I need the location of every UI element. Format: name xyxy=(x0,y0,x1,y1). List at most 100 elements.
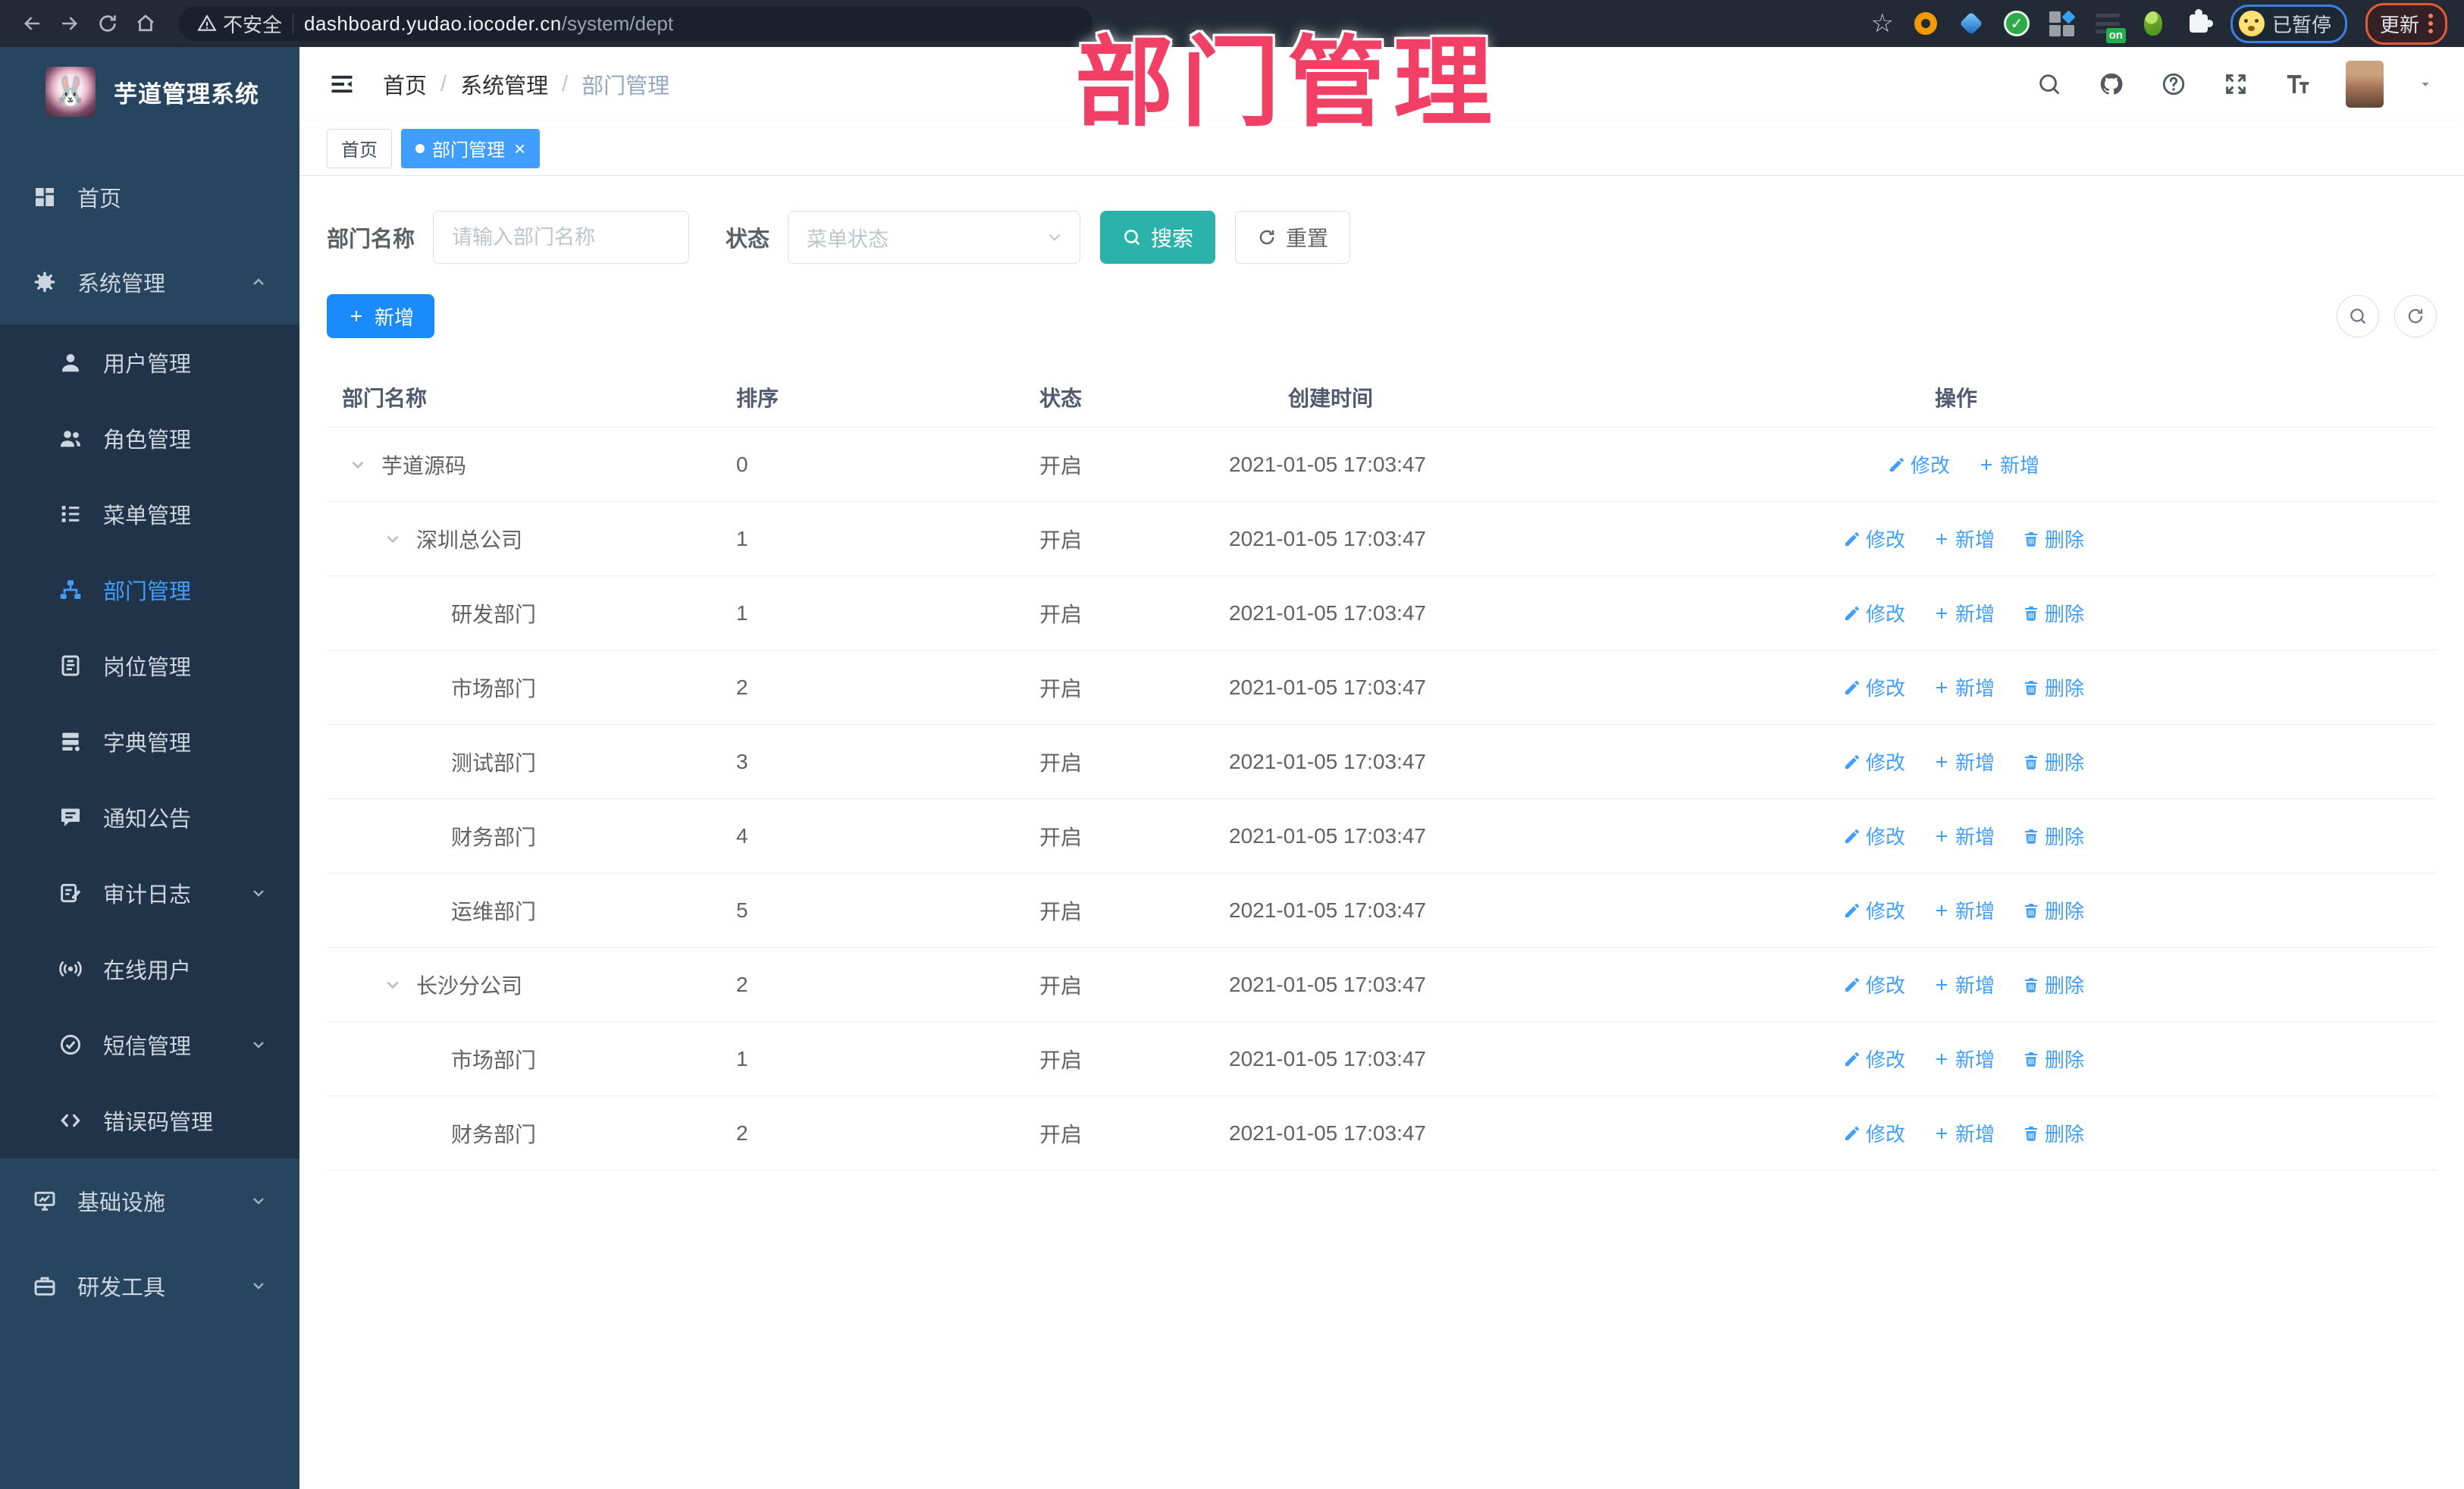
not-secure-warning[interactable]: 不安全 xyxy=(197,10,282,38)
tab-1[interactable]: 部门管理 × xyxy=(401,128,541,168)
edit-link[interactable]: 修改 xyxy=(1843,525,1905,553)
back-icon[interactable] xyxy=(17,8,47,39)
address-bar[interactable]: 不安全 dashboard.yudao.iocoder.cn/system/de… xyxy=(179,6,1092,41)
table-row: 财务部门 4 开启 2021-01-05 17:03:47 修改 新增 删除 xyxy=(327,799,2437,873)
caret-down-icon[interactable] xyxy=(2417,76,2434,92)
delete-icon xyxy=(2022,1050,2040,1068)
add-link[interactable]: 新增 xyxy=(1933,970,1995,998)
delete-link[interactable]: 删除 xyxy=(2022,970,2084,998)
sidebar-item-12[interactable]: 错误码管理 xyxy=(0,1083,299,1158)
edit-icon xyxy=(1888,456,1906,474)
sidebar-item-label: 角色管理 xyxy=(103,428,192,453)
sidebar-item-5[interactable]: 部门管理 xyxy=(0,552,299,628)
blue-gem-icon[interactable] xyxy=(1958,10,1985,37)
fullscreen-icon[interactable] xyxy=(2221,70,2250,99)
search-button[interactable]: 搜索 xyxy=(1100,211,1216,264)
toggle-search-button[interactable] xyxy=(2337,295,2379,337)
edit-link[interactable]: 修改 xyxy=(1888,450,1950,478)
close-icon[interactable]: × xyxy=(514,139,525,158)
sidebar-item-13[interactable]: 基础设施 xyxy=(0,1158,299,1243)
tiles-icon[interactable] xyxy=(2049,9,2076,37)
expand-arrow-icon[interactable] xyxy=(348,455,381,475)
update-button[interactable]: 更新 xyxy=(2365,2,2447,45)
update-label: 更新 xyxy=(2379,13,2419,36)
profile-paused-pill[interactable]: 已暂停 xyxy=(2230,4,2347,43)
sidebar-item-11[interactable]: 短信管理 xyxy=(0,1007,299,1083)
sidebar-item-1[interactable]: 系统管理 xyxy=(0,240,299,324)
edit-link[interactable]: 修改 xyxy=(1843,822,1905,850)
reload-icon[interactable] xyxy=(92,8,123,39)
sidebar-item-6[interactable]: 岗位管理 xyxy=(0,628,299,704)
breadcrumb-item[interactable]: 系统管理 xyxy=(460,68,548,100)
logo-row[interactable]: 🐰 芋道管理系统 xyxy=(0,47,299,135)
op-label: 新增 xyxy=(1955,677,1995,700)
expand-arrow-icon[interactable] xyxy=(383,975,416,995)
delete-link[interactable]: 删除 xyxy=(2022,1119,2084,1147)
delete-link[interactable]: 删除 xyxy=(2022,673,2084,701)
table-row: 市场部门 2 开启 2021-01-05 17:03:47 修改 新增 删除 xyxy=(327,650,2437,725)
plus-icon xyxy=(1933,530,1951,548)
switch-on-icon[interactable]: on xyxy=(2094,10,2126,43)
bookmark-star-icon[interactable]: ☆ xyxy=(1870,11,1893,36)
users-icon xyxy=(58,425,83,451)
help-icon[interactable] xyxy=(2159,70,2188,99)
add-link[interactable]: 新增 xyxy=(1933,896,1995,924)
breadcrumb-item[interactable]: 首页 xyxy=(383,68,427,100)
orange-ring-icon[interactable] xyxy=(1912,10,1939,37)
add-link[interactable]: 新增 xyxy=(1933,1119,1995,1147)
sidebar-item-8[interactable]: 通知公告 xyxy=(0,779,299,855)
edit-icon xyxy=(1843,901,1861,920)
delete-link[interactable]: 删除 xyxy=(2022,525,2084,553)
green-check-icon[interactable]: ✓ xyxy=(2003,10,2030,37)
sidebar-item-2[interactable]: 用户管理 xyxy=(0,324,299,400)
add-link[interactable]: 新增 xyxy=(1933,673,1995,701)
delete-link[interactable]: 删除 xyxy=(2022,599,2084,627)
forward-icon[interactable] xyxy=(55,8,85,39)
reset-button-label: 重置 xyxy=(1286,227,1329,250)
add-link[interactable]: 新增 xyxy=(1933,525,1995,553)
add-link[interactable]: 新增 xyxy=(1933,748,1995,776)
edit-link[interactable]: 修改 xyxy=(1843,970,1905,998)
green-figure-icon[interactable] xyxy=(2140,10,2167,37)
user-avatar[interactable] xyxy=(2346,61,2384,108)
reset-button[interactable]: 重置 xyxy=(1235,211,1351,264)
sidebar-item-7[interactable]: 字典管理 xyxy=(0,704,299,779)
edit-link[interactable]: 修改 xyxy=(1843,599,1905,627)
edit-link[interactable]: 修改 xyxy=(1843,1119,1905,1147)
home-icon[interactable] xyxy=(130,8,161,39)
sidebar-item-label: 岗位管理 xyxy=(103,656,192,680)
edit-link[interactable]: 修改 xyxy=(1843,748,1905,776)
delete-link[interactable]: 删除 xyxy=(2022,822,2084,850)
sidebar-item-9[interactable]: 审计日志 xyxy=(0,855,299,931)
hamburger-icon[interactable] xyxy=(327,69,357,99)
sidebar-item-4[interactable]: 菜单管理 xyxy=(0,476,299,552)
sidebar-item-14[interactable]: 研发工具 xyxy=(0,1243,299,1328)
status-cell: 开启 xyxy=(1039,825,1083,849)
sidebar-item-0[interactable]: 首页 xyxy=(0,155,299,240)
table-row: 测试部门 3 开启 2021-01-05 17:03:47 修改 新增 删除 xyxy=(327,725,2437,799)
add-link[interactable]: 新增 xyxy=(1933,1045,1995,1073)
delete-link[interactable]: 删除 xyxy=(2022,1045,2084,1073)
add-link[interactable]: 新增 xyxy=(1933,599,1995,627)
font-size-icon[interactable] xyxy=(2284,70,2312,99)
tab-0[interactable]: 首页 xyxy=(327,128,392,168)
edit-link[interactable]: 修改 xyxy=(1843,673,1905,701)
add-link[interactable]: 新增 xyxy=(1977,450,2039,478)
expand-arrow-icon[interactable] xyxy=(383,529,416,549)
dictionary-icon xyxy=(58,729,83,754)
github-icon[interactable] xyxy=(2097,70,2126,99)
sidebar-item-3[interactable]: 角色管理 xyxy=(0,400,299,476)
sidebar-item-10[interactable]: 在线用户 xyxy=(0,931,299,1007)
dept-name-input[interactable] xyxy=(433,211,690,264)
puzzle-icon[interactable] xyxy=(2185,9,2213,37)
edit-link[interactable]: 修改 xyxy=(1843,1045,1905,1073)
op-label: 修改 xyxy=(1865,603,1905,625)
status-select[interactable]: 菜单状态 xyxy=(788,211,1081,264)
delete-link[interactable]: 删除 xyxy=(2022,896,2084,924)
add-button[interactable]: 新增 xyxy=(327,294,435,338)
add-link[interactable]: 新增 xyxy=(1933,822,1995,850)
delete-link[interactable]: 删除 xyxy=(2022,748,2084,776)
edit-link[interactable]: 修改 xyxy=(1843,896,1905,924)
search-icon[interactable] xyxy=(2035,70,2064,99)
refresh-table-button[interactable] xyxy=(2394,295,2437,337)
